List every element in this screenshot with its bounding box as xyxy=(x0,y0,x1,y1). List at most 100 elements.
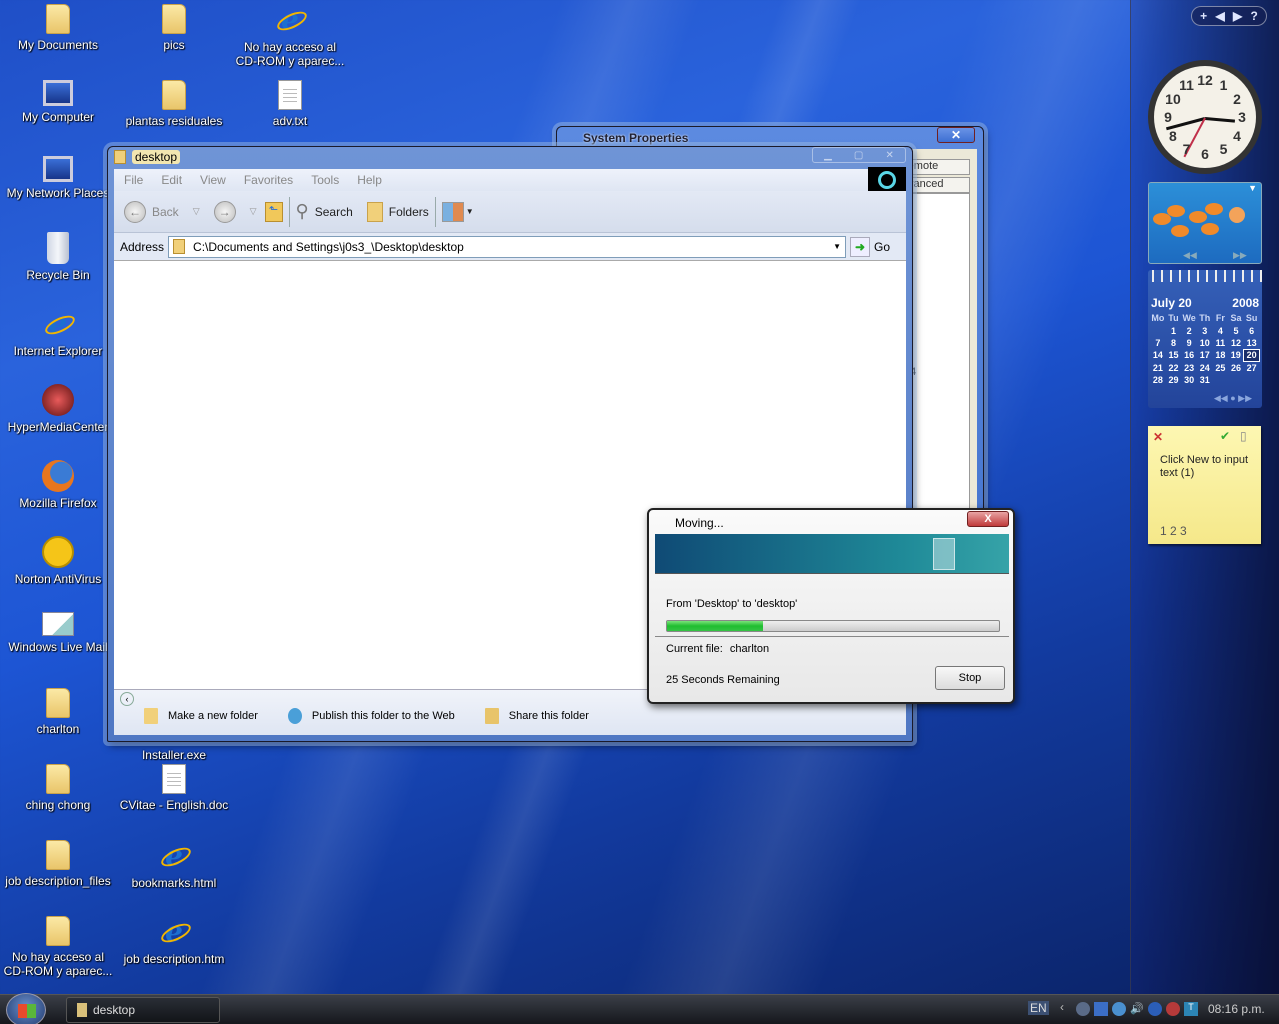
calendar-day[interactable]: 14 xyxy=(1150,349,1166,361)
next-image-icon[interactable]: ▶▶ xyxy=(1233,250,1247,261)
calendar-day[interactable]: 1 xyxy=(1166,324,1182,336)
task-link[interactable]: Share this folder xyxy=(484,708,589,724)
desktop-icon-my-documents[interactable]: My Documents xyxy=(0,4,116,52)
desktop-icon-firefox[interactable]: Mozilla Firefox xyxy=(0,460,116,510)
desktop-icon-folder[interactable]: charlton xyxy=(0,688,116,736)
show-hidden-icons[interactable]: ‹ xyxy=(1060,1000,1064,1014)
desktop-icon-text-file[interactable]: adv.txt xyxy=(232,80,348,128)
address-input[interactable]: C:\Documents and Settings\j0s3_\Desktop\… xyxy=(168,235,847,258)
search-button[interactable]: Search xyxy=(315,205,353,219)
desktop-icon-folder[interactable]: ching chong xyxy=(0,764,116,812)
help-button[interactable]: ? xyxy=(1250,9,1257,23)
calendar-nav[interactable]: ◀◀ ● ▶▶ xyxy=(1214,393,1252,404)
add-gadget-button[interactable]: + xyxy=(1200,9,1207,23)
desktop-icon-norton[interactable]: Norton AntiVirus xyxy=(0,536,116,586)
address-dropdown-icon[interactable]: ▼ xyxy=(833,242,841,251)
desktop-icon-ie-document[interactable]: e bookmarks.html xyxy=(116,840,232,891)
collapse-icon[interactable]: ‹ xyxy=(120,692,134,706)
go-button[interactable]: Go xyxy=(874,240,890,254)
folders-button[interactable]: Folders xyxy=(389,205,429,219)
calendar-day[interactable]: 20 xyxy=(1243,348,1260,363)
calendar-day[interactable]: 5 xyxy=(1228,324,1244,336)
antivirus-tray-icon[interactable] xyxy=(1166,1002,1180,1016)
menu-favorites[interactable]: Favorites xyxy=(244,173,293,187)
volume-tray-icon[interactable]: 🔊 xyxy=(1130,1002,1144,1016)
back-arrow-icon[interactable]: ← xyxy=(124,200,146,223)
calendar-day[interactable]: 28 xyxy=(1150,374,1166,386)
desktop-icon-mail[interactable]: Windows Live Mail xyxy=(0,612,116,654)
back-dropdown-icon[interactable]: ▽ xyxy=(193,206,200,217)
next-gadget-button[interactable]: ▶ xyxy=(1233,9,1242,23)
note-text[interactable]: Click New to input text (1) xyxy=(1160,454,1255,480)
calendar-day[interactable]: 19 xyxy=(1228,349,1244,361)
ie-tray-icon[interactable] xyxy=(1112,1002,1126,1016)
calendar-day[interactable]: 15 xyxy=(1166,349,1182,361)
up-folder-button[interactable]: ⬑ xyxy=(264,201,283,222)
calendar-day[interactable]: 17 xyxy=(1197,349,1213,361)
calendar-gadget[interactable]: July 20 2008 Mo Tu We Th Fr Sa Su 1 2 3 4 5 6 7 8 9 10 11… xyxy=(1148,270,1262,408)
close-button[interactable]: ✕ xyxy=(937,127,975,143)
start-button[interactable] xyxy=(6,993,46,1024)
taskbar-button[interactable]: desktop xyxy=(66,997,220,1023)
menu-arrow-icon[interactable]: ▼ xyxy=(1248,183,1257,193)
close-button[interactable]: X xyxy=(967,511,1009,527)
desktop-icon-ie-document[interactable]: e No hay acceso al CD-ROM y aparec... xyxy=(232,4,348,69)
go-arrow-icon[interactable]: ➜ xyxy=(850,236,871,257)
calendar-day[interactable]: 16 xyxy=(1181,349,1197,361)
views-button[interactable] xyxy=(441,201,464,222)
search-icon[interactable]: ⚲ xyxy=(296,201,309,222)
forward-button[interactable]: → xyxy=(213,200,236,223)
desktop-icon-folder[interactable]: job description_files xyxy=(0,840,116,888)
desktop-icon-folder[interactable]: plantas residuales xyxy=(116,80,232,128)
menu-edit[interactable]: Edit xyxy=(161,173,182,187)
calendar-day[interactable]: 23 xyxy=(1181,362,1197,374)
clock-gadget[interactable]: 1 2 3 4 5 6 7 8 9 10 11 12 xyxy=(1148,60,1262,174)
views-dropdown-icon[interactable]: ▼ xyxy=(466,207,474,216)
menu-file[interactable]: File xyxy=(124,173,143,187)
close-button[interactable]: ✕ xyxy=(886,150,894,161)
forward-dropdown-icon[interactable]: ▽ xyxy=(250,206,257,217)
delete-note-icon[interactable]: ✕ xyxy=(1153,430,1163,444)
desktop-icon-folder[interactable]: No hay acceso al CD-ROM y aparec... xyxy=(0,916,116,978)
calendar-day[interactable]: 25 xyxy=(1213,362,1229,374)
check-icon[interactable]: ✔ xyxy=(1220,429,1230,443)
task-link[interactable]: Make a new folder xyxy=(144,708,258,724)
menu-view[interactable]: View xyxy=(200,173,226,187)
calendar-day[interactable]: 30 xyxy=(1181,374,1197,386)
back-button[interactable]: Back xyxy=(152,205,179,219)
desktop-icon-ie[interactable]: e Internet Explorer xyxy=(0,308,116,359)
desktop-icon-shortcut[interactable]: HyperMediaCenter xyxy=(0,384,116,434)
app-tray-icon[interactable]: T xyxy=(1184,1002,1198,1016)
calendar-day[interactable]: 22 xyxy=(1166,362,1182,374)
calendar-day[interactable]: 31 xyxy=(1197,374,1213,386)
desktop-icon-network[interactable]: My Network Places xyxy=(0,156,116,200)
calendar-day[interactable]: 3 xyxy=(1197,324,1213,336)
slideshow-gadget[interactable]: ▼ ◀◀ ▶▶ xyxy=(1148,182,1262,264)
desktop-icon-word-doc[interactable]: CVitae - English.doc xyxy=(116,764,232,812)
calendar-day[interactable]: 11 xyxy=(1213,337,1229,349)
calendar-day[interactable]: 24 xyxy=(1197,362,1213,374)
calendar-day[interactable]: 8 xyxy=(1166,337,1182,349)
calendar-day[interactable]: 27 xyxy=(1244,362,1260,374)
calendar-day[interactable]: 26 xyxy=(1228,362,1244,374)
calendar-day[interactable]: 18 xyxy=(1213,349,1229,361)
calendar-day[interactable]: 7 xyxy=(1150,337,1166,349)
network-tray-icon[interactable] xyxy=(1094,1002,1108,1016)
menu-help[interactable]: Help xyxy=(357,173,382,187)
calendar-day[interactable]: 9 xyxy=(1181,337,1197,349)
prev-image-icon[interactable]: ◀◀ xyxy=(1183,250,1197,261)
desktop-icon-folder[interactable]: pics xyxy=(116,4,232,52)
task-link[interactable]: Publish this folder to the Web xyxy=(287,708,455,724)
calendar-day[interactable]: 29 xyxy=(1166,374,1182,386)
desktop-icon-my-computer[interactable]: My Computer xyxy=(0,80,116,124)
prev-gadget-button[interactable]: ◀ xyxy=(1215,9,1224,23)
minimize-button[interactable]: ▁ xyxy=(824,150,832,161)
folders-icon[interactable] xyxy=(366,201,383,222)
calendar-day[interactable]: 4 xyxy=(1213,324,1229,336)
calendar-day[interactable]: 2 xyxy=(1181,324,1197,336)
desktop-icon-ie-document[interactable]: e job description.htm xyxy=(116,916,232,967)
stop-button[interactable]: Stop xyxy=(935,666,1005,690)
calendar-day[interactable]: 12 xyxy=(1228,337,1244,349)
taskbar-clock[interactable]: 08:16 p.m. xyxy=(1208,1002,1265,1016)
note-pages[interactable]: 1 2 3 xyxy=(1160,524,1187,538)
